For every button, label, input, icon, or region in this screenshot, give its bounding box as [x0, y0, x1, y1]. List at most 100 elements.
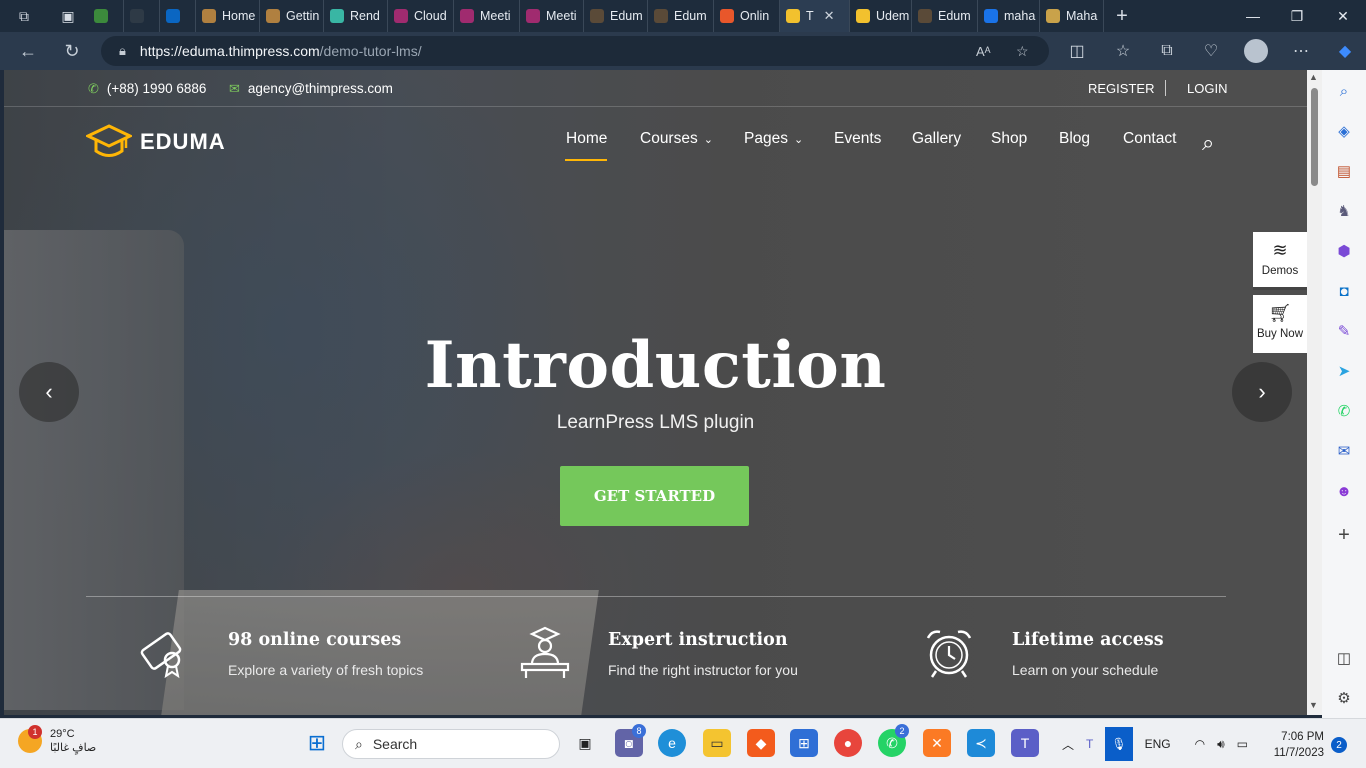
language-indicator[interactable]: ENG [1145, 737, 1171, 751]
nav-home[interactable]: Home [566, 130, 607, 148]
microsoft-365-icon[interactable]: ⬢ [1332, 239, 1356, 263]
more-options-icon[interactable]: ⋯ [1282, 32, 1320, 70]
tab-actions-icon[interactable]: ▣ [48, 0, 88, 32]
edge-taskbar-icon[interactable]: e [658, 729, 686, 757]
browser-tab[interactable] [160, 0, 196, 32]
shopping-tag-icon[interactable]: ◈ [1332, 119, 1356, 143]
browser-tab[interactable]: Edum [584, 0, 648, 32]
taskbar-search-label: Search [372, 736, 418, 752]
nav-gallery[interactable]: Gallery [912, 130, 961, 148]
store-icon[interactable]: ⊞ [790, 729, 818, 757]
task-view-icon[interactable]: ▣ [571, 729, 599, 757]
profile-avatar[interactable] [1237, 32, 1275, 70]
close-window-button[interactable]: ✕ [1320, 0, 1366, 32]
search-icon[interactable]: ⌕ [1202, 130, 1214, 156]
chrome-icon[interactable]: ● [834, 729, 862, 757]
phone-contact[interactable]: ✆ (+88) 1990 6886 [88, 70, 206, 107]
nav-shop[interactable]: Shop [991, 130, 1027, 148]
teams-icon[interactable]: T [1011, 729, 1039, 757]
browser-tab[interactable]: Onlin [714, 0, 780, 32]
tab-label: Rend [350, 9, 380, 23]
scroll-up-arrow[interactable]: ▲ [1309, 72, 1318, 82]
nav-pages[interactable]: Pages ⌄ [744, 130, 803, 148]
nav-blog[interactable]: Blog [1059, 130, 1090, 148]
notification-badge[interactable]: 2 [1331, 737, 1347, 753]
browser-tab[interactable] [124, 0, 160, 32]
telegram-icon[interactable]: ➤ [1332, 359, 1356, 383]
site-logo[interactable]: EDUMA [86, 124, 226, 160]
register-link[interactable]: REGISTER [1088, 70, 1154, 107]
designer-icon[interactable]: ✎ [1332, 319, 1356, 343]
battery-icon[interactable]: ▭ [1237, 737, 1248, 751]
browser-tab[interactable]: Cloud [388, 0, 454, 32]
volume-icon[interactable]: 🔊︎ [1217, 737, 1225, 752]
nav-events[interactable]: Events [834, 130, 881, 148]
close-tab-icon[interactable]: ✕ [824, 8, 835, 24]
favorites-icon[interactable]: ☆ [1104, 32, 1142, 70]
assistant-icon[interactable]: ☻ [1332, 479, 1356, 503]
workspaces-icon[interactable]: ⧉ [0, 0, 48, 32]
browser-tab-strip: ⧉ ▣ Home Gettin Rend Cloud Meeti Meeti Edum Edu… [0, 0, 1366, 32]
settings-icon[interactable]: ⚙ [1332, 686, 1356, 710]
outlook-icon[interactable]: ◘ [1332, 279, 1356, 303]
browser-tab[interactable]: Maha [1040, 0, 1104, 32]
brave-icon[interactable]: ◆ [747, 729, 775, 757]
new-tab-button[interactable]: + [1104, 0, 1140, 32]
start-button[interactable]: ⊞ [303, 729, 331, 757]
tray-overflow-icon[interactable]: ︿ [1062, 736, 1074, 753]
hide-sidebar-icon[interactable]: ◫ [1332, 646, 1356, 670]
scroll-thumb[interactable] [1311, 88, 1318, 186]
buy-now-button[interactable]: 🛒︎ Buy Now [1253, 295, 1307, 353]
browser-tab[interactable]: T ✕ [780, 0, 850, 32]
browser-tab[interactable]: Gettin [260, 0, 324, 32]
browser-tab[interactable]: Rend [324, 0, 388, 32]
games-icon[interactable]: ♞ [1332, 199, 1356, 223]
browser-tab[interactable]: Edum [912, 0, 978, 32]
minimize-button[interactable]: — [1230, 0, 1276, 32]
browser-essentials-icon[interactable]: ♡ [1192, 32, 1230, 70]
browser-tab[interactable]: Edum [648, 0, 714, 32]
xampp-icon[interactable]: ✕ [923, 729, 951, 757]
mail-icon[interactable]: ✉ [1332, 439, 1356, 463]
feature-description: Learn on your schedule [1012, 662, 1159, 678]
demos-button[interactable]: ≋ Demos [1253, 232, 1307, 290]
copilot-icon[interactable]: ◆ [1326, 32, 1364, 70]
browser-tab[interactable]: Udem [850, 0, 912, 32]
wifi-icon[interactable]: ◠ [1195, 737, 1205, 751]
collections-icon[interactable]: ⧉ [1148, 32, 1186, 70]
refresh-button[interactable]: ↻ [52, 32, 92, 70]
email-contact[interactable]: ✉ agency@thimpress.com [229, 70, 393, 107]
browser-tab[interactable]: Home [196, 0, 260, 32]
get-started-button[interactable]: GET STARTED [560, 466, 749, 526]
back-button[interactable]: ← [8, 32, 48, 70]
browser-tab[interactable] [88, 0, 124, 32]
tools-icon[interactable]: ▤ [1332, 159, 1356, 183]
teams-chat-icon[interactable]: 8 ◙ [615, 724, 646, 757]
weather-widget[interactable]: 1 29°C صافٍ غالبًا [18, 725, 96, 755]
whatsapp-icon[interactable]: ✆ [1332, 399, 1356, 423]
whatsapp-taskbar-icon[interactable]: 2 ✆ [878, 724, 909, 757]
maximize-button[interactable]: ❐ [1274, 0, 1320, 32]
search-icon[interactable]: ⌕ [1332, 79, 1356, 103]
taskbar-search[interactable]: ⌕ Search [342, 729, 560, 759]
favorite-star-icon[interactable]: ☆ [1016, 43, 1029, 60]
taskbar-clock[interactable]: 7:06 PM 11/7/2023 [1268, 729, 1324, 761]
url-field[interactable]: 🔒︎ https://eduma.thimpress.com/demo-tuto… [101, 36, 1049, 66]
nav-contact[interactable]: Contact [1123, 130, 1176, 148]
file-explorer-icon[interactable]: ▭ [703, 729, 731, 757]
add-app-icon[interactable]: + [1332, 523, 1356, 547]
nav-courses[interactable]: Courses ⌄ [640, 130, 713, 148]
scroll-down-arrow[interactable]: ▼ [1309, 700, 1318, 710]
tab-favicon-icon [654, 9, 668, 23]
tab-favicon-icon [1046, 9, 1060, 23]
microphone-icon[interactable]: 🎙︎ [1105, 727, 1133, 761]
vscode-icon[interactable]: ≺ [967, 729, 995, 757]
read-aloud-icon[interactable]: Aᴬ [976, 44, 991, 59]
page-scrollbar[interactable]: ▲ ▼ [1307, 70, 1322, 715]
login-link[interactable]: LOGIN [1187, 70, 1227, 107]
split-screen-icon[interactable]: ◫ [1058, 32, 1096, 70]
browser-tab[interactable]: Meeti [520, 0, 584, 32]
browser-tab[interactable]: Meeti [454, 0, 520, 32]
teams-tray-icon[interactable]: T [1086, 737, 1093, 751]
browser-tab[interactable]: maha [978, 0, 1040, 32]
